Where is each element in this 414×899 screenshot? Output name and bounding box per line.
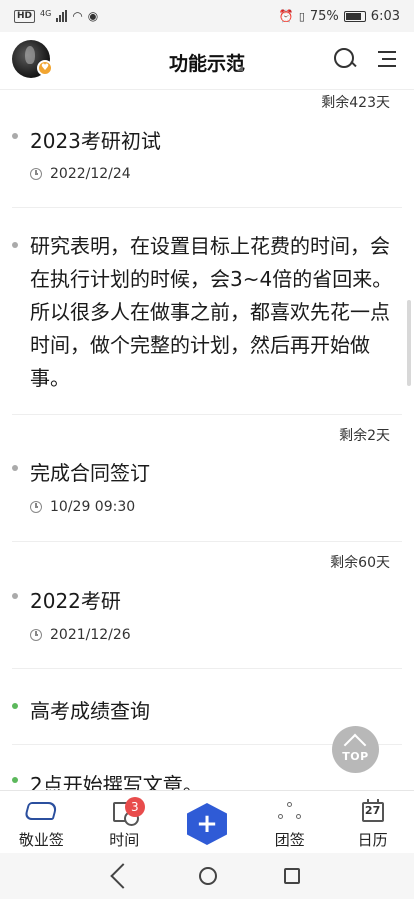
top-label: TOP: [342, 750, 369, 763]
status-bar: HD 4G ◠ ◉ ⏰ ▯ 75% 6:03: [0, 0, 414, 32]
home-icon[interactable]: [198, 867, 217, 885]
group-icon: [277, 802, 302, 824]
tab-label: 日历: [357, 831, 388, 849]
remaining-days: 剩余2天: [339, 428, 390, 444]
network-type: 4G: [40, 8, 52, 18]
calendar-icon: 27: [361, 799, 384, 822]
clock-time: 6:03: [370, 8, 400, 24]
signal-icon: [56, 10, 68, 22]
tab-label: 时间: [109, 831, 140, 849]
back-icon[interactable]: [109, 863, 136, 889]
status-left: HD 4G ◠ ◉: [14, 9, 98, 23]
app-header: ♥ 功能示范: [0, 32, 414, 90]
battery-icon: [343, 10, 366, 22]
battery-percent: 75%: [309, 8, 339, 24]
clock-icon: [30, 629, 42, 641]
item-date: 2022/12/24: [12, 166, 131, 182]
item-title-text: 完成合同签订: [30, 461, 150, 485]
handshake-icon: [23, 802, 59, 820]
item-date: 2021/12/26: [12, 627, 131, 643]
wifi-icon: ◠: [72, 9, 83, 23]
search-icon[interactable]: [332, 46, 358, 72]
item-title: 2点开始撰写文章。: [12, 769, 203, 790]
list-item[interactable]: 剩余60天 2022考研 2021/12/26: [12, 542, 402, 669]
clock-icon: [30, 501, 42, 513]
bullet-dot: [12, 133, 18, 139]
item-title-text: 2023考研初试: [30, 129, 161, 153]
dropdown-caret-icon[interactable]: [237, 65, 243, 71]
add-button[interactable]: +: [186, 803, 227, 845]
item-date-text: 2021/12/26: [50, 627, 131, 643]
tab-label: 团签: [274, 831, 305, 849]
list-item[interactable]: 剩余2天 完成合同签订 10/29 09:30: [12, 415, 402, 542]
list-item[interactable]: 研究表明，在设置目标上花费的时间，会在执行计划的时候，会3~4倍的省回来。所以很…: [12, 208, 402, 415]
tab-team[interactable]: 团签: [248, 791, 331, 853]
tab-jingyeqian[interactable]: 敬业签: [0, 791, 83, 853]
menu-icon[interactable]: [370, 46, 396, 72]
item-title: 高考成绩查询: [12, 695, 150, 724]
tab-label: 敬业签: [18, 831, 64, 849]
item-date-text: 10/29 09:30: [50, 499, 136, 515]
list-item[interactable]: 剩余423天 2023考研初试 2022/12/24: [12, 90, 402, 208]
bullet-dot: [12, 465, 18, 471]
hd-indicator: HD: [14, 9, 36, 23]
add-icon: +: [196, 809, 218, 839]
bullet-dot: [12, 703, 18, 709]
item-title: 2022考研: [12, 585, 121, 614]
remaining-days: 剩余60天: [330, 555, 390, 571]
notification-badge: 3: [124, 797, 145, 817]
tab-calendar[interactable]: 27 日历: [331, 791, 414, 853]
bottom-tab-bar: 敬业签 3 时间 + 团签 27 日历: [0, 790, 414, 853]
tab-add[interactable]: +: [166, 791, 249, 853]
item-title: 完成合同签订: [12, 457, 150, 486]
vibrate-icon: ▯: [298, 9, 305, 23]
clock-icon: [30, 168, 42, 180]
item-body: 研究表明，在设置目标上花费的时间，会在执行计划的时候，会3~4倍的省回来。所以很…: [30, 234, 393, 390]
memo-list[interactable]: 剩余423天 2023考研初试 2022/12/24 研究表明，在设置目标上花费…: [0, 90, 414, 790]
alarm-icon: ⏰: [278, 9, 294, 23]
recent-apps-icon[interactable]: [284, 868, 301, 884]
remaining-days: 剩余423天: [321, 95, 390, 111]
scrollbar[interactable]: [407, 300, 411, 386]
item-title-text: 高考成绩查询: [30, 699, 150, 723]
eye-icon: ◉: [87, 9, 99, 23]
item-date-text: 2022/12/24: [50, 166, 131, 182]
tab-time[interactable]: 3 时间: [83, 791, 166, 853]
system-nav-bar: [0, 853, 414, 899]
item-date: 10/29 09:30: [12, 499, 135, 515]
back-to-top-button[interactable]: TOP: [332, 726, 379, 773]
item-title-text: 2点开始撰写文章。: [30, 773, 203, 790]
bullet-dot: [12, 777, 18, 783]
item-title: 2023考研初试: [12, 125, 161, 154]
item-title-text: 2022考研: [30, 589, 121, 613]
status-right: ⏰ ▯ 75% 6:03: [279, 9, 400, 24]
bullet-dot: [12, 593, 18, 599]
